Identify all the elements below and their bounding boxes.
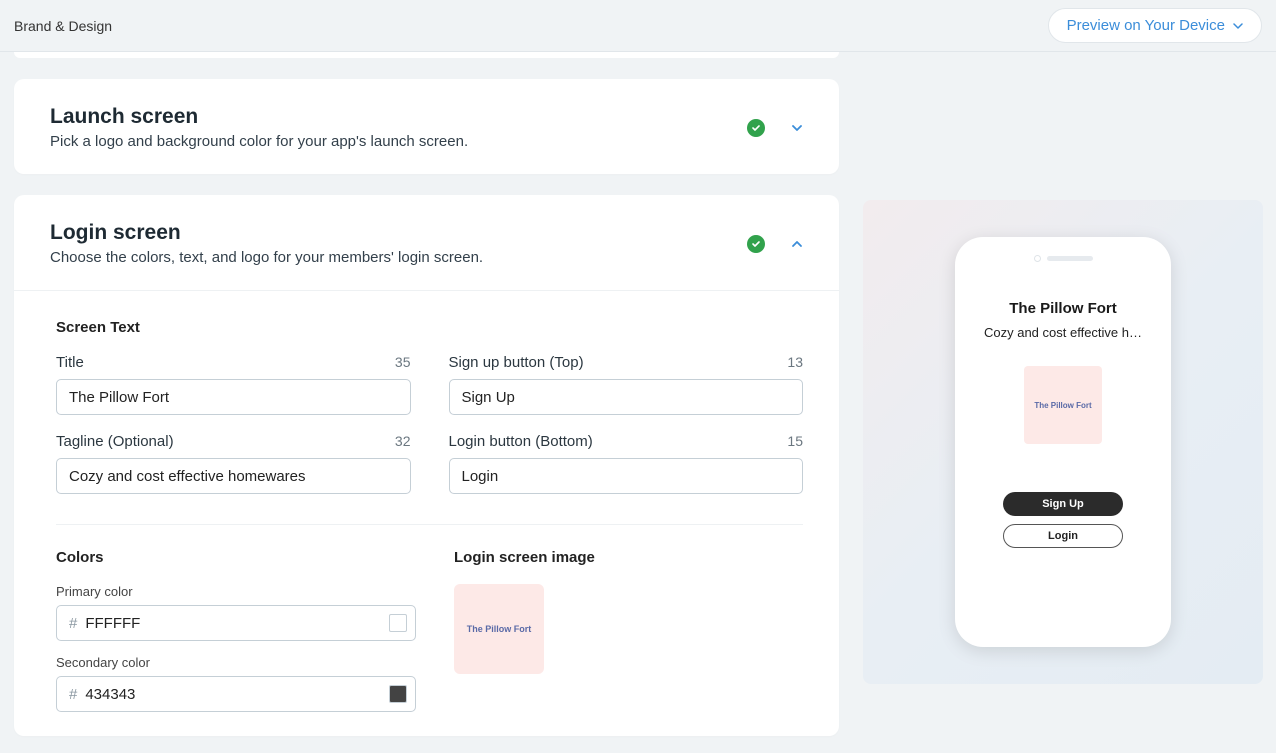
preview-button-label: Preview on Your Device [1067,17,1225,34]
divider [56,524,803,525]
preview-signup-button: Sign Up [1003,492,1123,516]
colors-section-label: Colors [56,549,416,566]
preview-logo: The Pillow Fort [1024,366,1102,444]
previous-card-bottom [14,52,839,58]
page-title: Brand & Design [14,18,112,34]
login-card-title: Login screen [50,221,483,245]
phone-speaker-icon [1034,255,1093,262]
screen-text-section-label: Screen Text [56,319,803,336]
secondary-color-label: Secondary color [56,655,416,670]
tagline-counter: 32 [395,433,411,449]
title-field-label: Title [56,354,84,371]
primary-color-label: Primary color [56,584,416,599]
signup-counter: 13 [787,354,803,370]
primary-color-input[interactable] [85,615,389,632]
primary-color-field[interactable]: # [56,605,416,641]
preview-logo-text: The Pillow Fort [1034,401,1091,410]
login-screen-image-thumb[interactable]: The Pillow Fort [454,584,544,674]
phone-mockup: The Pillow Fort Cozy and cost effective … [955,237,1171,647]
title-input[interactable] [56,379,411,415]
title-counter: 35 [395,354,411,370]
login-screen-card: Login screen Choose the colors, text, an… [14,195,839,736]
secondary-color-input[interactable] [85,686,389,703]
check-complete-icon [747,119,765,137]
preview-title: The Pillow Fort [1009,300,1117,317]
expand-toggle[interactable] [783,114,811,142]
signup-input[interactable] [449,379,804,415]
page-header: Brand & Design Preview on Your Device [0,0,1276,52]
loginbtn-field-label: Login button (Bottom) [449,433,593,450]
launch-card-subtitle: Pick a logo and background color for you… [50,133,468,150]
launch-card-title: Launch screen [50,105,468,129]
login-image-section-label: Login screen image [454,549,803,566]
secondary-color-swatch[interactable] [389,685,407,703]
tagline-input[interactable] [56,458,411,494]
chevron-down-icon [1233,21,1243,31]
collapse-toggle[interactable] [783,230,811,258]
tagline-field-label: Tagline (Optional) [56,433,174,450]
loginbtn-input[interactable] [449,458,804,494]
preview-on-device-button[interactable]: Preview on Your Device [1048,8,1262,43]
loginbtn-counter: 15 [787,433,803,449]
preview-login-button: Login [1003,524,1123,548]
device-preview-panel: The Pillow Fort Cozy and cost effective … [863,200,1263,684]
primary-color-swatch[interactable] [389,614,407,632]
hash-icon: # [69,615,77,632]
hash-icon: # [69,686,77,703]
preview-tagline: Cozy and cost effective h… [973,325,1153,340]
launch-screen-card: Launch screen Pick a logo and background… [14,79,839,174]
login-card-subtitle: Choose the colors, text, and logo for yo… [50,249,483,266]
image-thumb-text: The Pillow Fort [467,624,532,634]
secondary-color-field[interactable]: # [56,676,416,712]
check-complete-icon [747,235,765,253]
signup-field-label: Sign up button (Top) [449,354,584,371]
